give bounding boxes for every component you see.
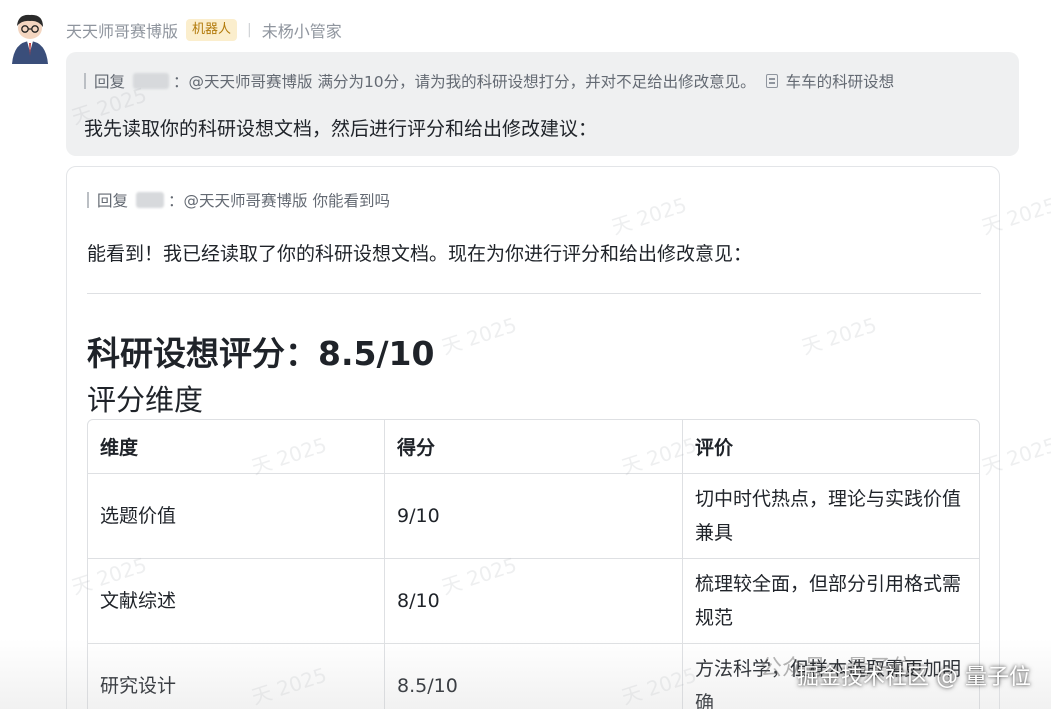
reply-prefix: 回复: [94, 73, 126, 91]
section-heading: 评分维度: [87, 383, 204, 417]
quote-bar: [87, 192, 89, 208]
document-icon: [765, 74, 778, 88]
source-credit: 掘金技术社区 @ 量子位: [797, 665, 1031, 690]
group-name[interactable]: 未杨小管家: [262, 18, 342, 42]
quote-bar: [84, 73, 86, 89]
reply-quote[interactable]: 回复 ：@天天师哥赛博版 满分为10分，请为我的科研设想打分，并对不足给出修改意…: [84, 70, 894, 92]
table-row: 文献综述 8/10 梳理较全面，但部分引用格式需规范: [88, 559, 979, 644]
reply-card: 回复 ：@天天师哥赛博版 你能看到吗 能看到！我已经读取了你的科研设想文档。现在…: [66, 166, 1000, 709]
table-cell: 切中时代热点，理论与实践价值兼具: [683, 474, 979, 559]
message-text: 我先读取你的科研设想文档，然后进行评分和给出修改建议：: [84, 118, 598, 140]
table-cell: 8.5/10: [385, 644, 683, 709]
reply-text: ：@天天师哥赛博版 满分为10分，请为我的科研设想打分，并对不足给出修改意见。: [173, 73, 756, 91]
table-cell: 9/10: [385, 474, 683, 559]
chat-view: 天天师哥赛博版 机器人 | 未杨小管家 回复 ：@天天师哥赛博版 满分为10分，…: [0, 0, 1051, 709]
message-header: 天天师哥赛博版 机器人 | 未杨小管家: [66, 18, 342, 42]
message-bubble: 回复 ：@天天师哥赛博版 满分为10分，请为我的科研设想打分，并对不足给出修改意…: [66, 52, 1019, 156]
card-intro-text: 能看到！我已经读取了你的科研设想文档。现在为你进行评分和给出修改意见：: [87, 243, 753, 265]
score-title: 科研设想评分：8.5/10: [87, 334, 435, 373]
redacted-name: [136, 192, 165, 208]
table-cell: 梳理较全面，但部分引用格式需规范: [683, 559, 979, 644]
sender-name[interactable]: 天天师哥赛博版: [66, 18, 178, 42]
table-header-row: 维度 得分 评价: [88, 420, 979, 474]
column-header: 评价: [683, 420, 979, 474]
table-cell: 研究设计: [88, 644, 385, 709]
column-header: 得分: [385, 420, 683, 474]
header-divider: |: [247, 22, 252, 38]
redacted-name: [133, 73, 170, 89]
reply-text: ：@天天师哥赛博版 你能看到吗: [168, 192, 390, 210]
reply-prefix: 回复: [97, 192, 129, 210]
bot-badge: 机器人: [186, 19, 238, 41]
divider: [87, 293, 981, 294]
table-row: 选题价值 9/10 切中时代热点，理论与实践价值兼具: [88, 474, 979, 559]
reply-quote[interactable]: 回复 ：@天天师哥赛博版 你能看到吗: [87, 189, 390, 211]
table-cell: 选题价值: [88, 474, 385, 559]
column-header: 维度: [88, 420, 385, 474]
doc-link[interactable]: 车车的科研设想: [786, 70, 895, 92]
table-cell: 文献综述: [88, 559, 385, 644]
table-cell: 8/10: [385, 559, 683, 644]
avatar[interactable]: [8, 12, 52, 64]
